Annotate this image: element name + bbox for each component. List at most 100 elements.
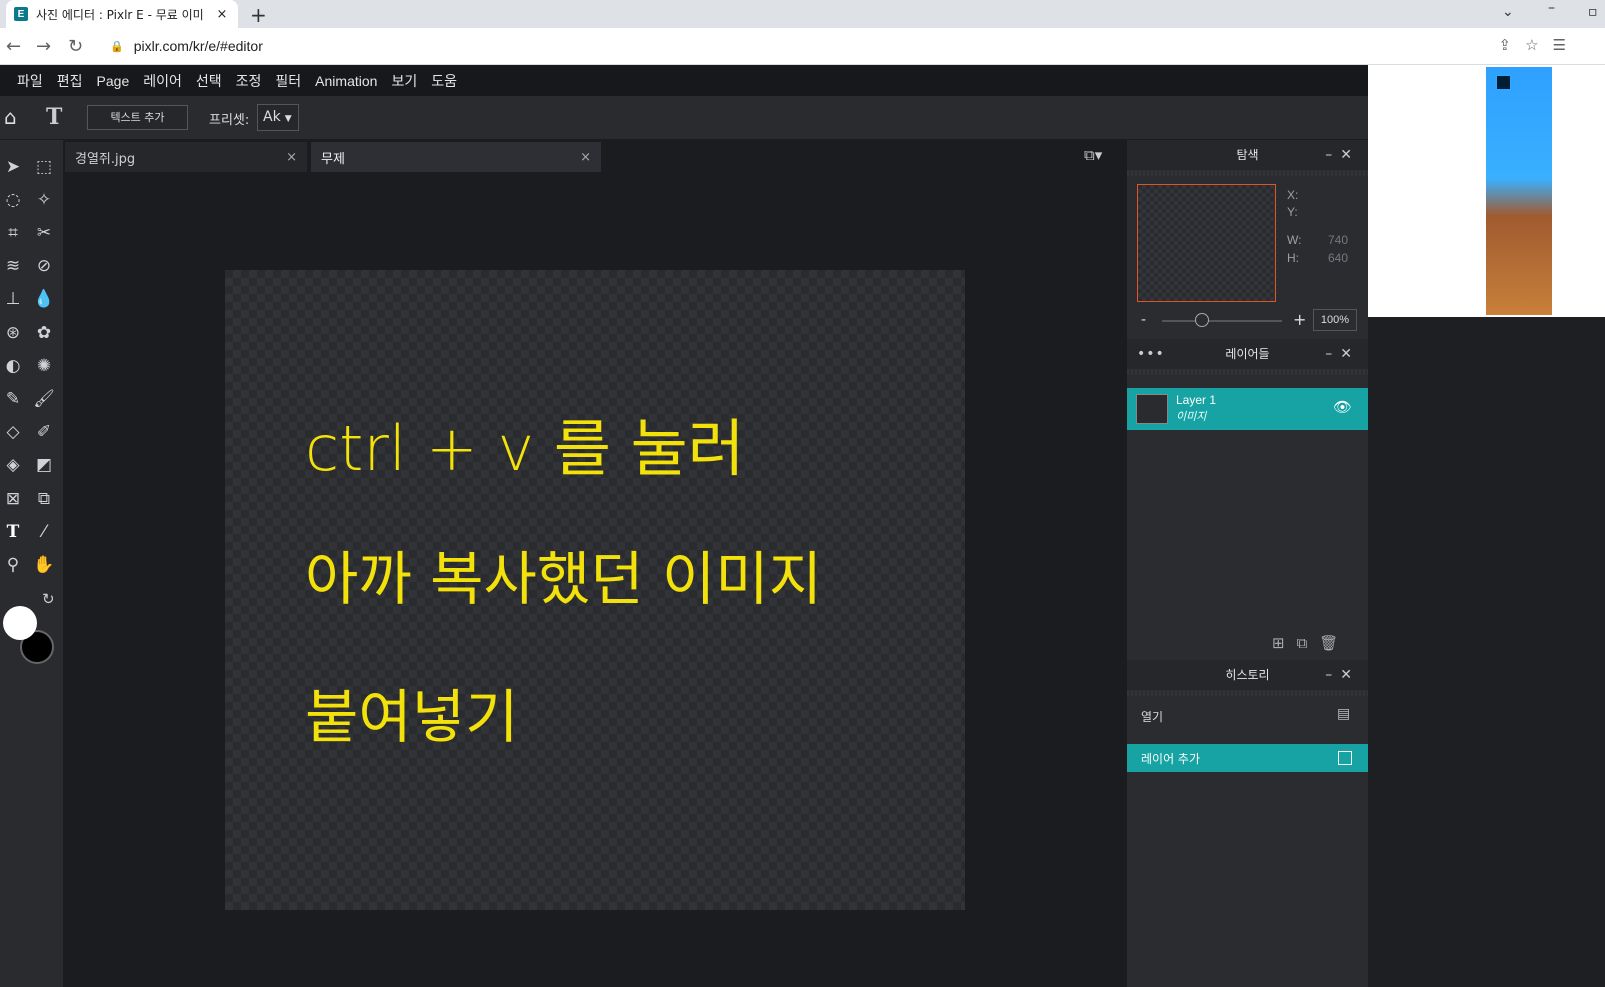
address-bar-row: ← → ↻ 🔒 pixlr.com/kr/e/#editor ⇪☆☰	[0, 28, 1605, 65]
clone-stamp-icon[interactable]: ⊥	[0, 286, 26, 312]
reload-icon[interactable]: ↻	[68, 36, 83, 57]
menu-edit[interactable]: 편집	[57, 71, 83, 91]
browser-tab-strip: E 사진 에디터 : Pixlr E - 무료 이미 × + ⌄ – ▫	[0, 0, 1605, 28]
window-arrange-icon[interactable]: ⧉▾	[1084, 146, 1102, 164]
navigator-header: 탐색 –✕	[1127, 140, 1368, 170]
arrange-tool-icon[interactable]: ➤	[0, 154, 26, 180]
menu-bar: 파일 편집 Page 레이어 선택 조정 필터 Animation 보기 도움	[0, 65, 1368, 96]
close-tab-icon[interactable]: ×	[214, 7, 230, 22]
doc-tab[interactable]: 경열쥐.jpg ×	[65, 142, 307, 172]
image-canvas[interactable]: ctrl + v 를 눌러 아까 복사했던 이미지 붙여넣기	[225, 270, 965, 910]
minimize-icon[interactable]: –	[1548, 0, 1555, 16]
maximize-icon[interactable]: ▫	[1588, 4, 1598, 20]
more-options-icon[interactable]: •••	[1137, 339, 1165, 369]
sponge-tool-icon[interactable]: ⊛	[0, 320, 26, 346]
document-icon: ▤	[1337, 706, 1351, 722]
dodge-burn-icon[interactable]: ◐	[0, 353, 26, 379]
url-field[interactable]: 🔒 pixlr.com/kr/e/#editor ⇪☆☰	[100, 32, 1580, 60]
back-icon[interactable]: ←	[6, 36, 21, 57]
tab-search-icon[interactable]: ⌄	[1502, 4, 1514, 20]
menu-view[interactable]: 보기	[391, 71, 417, 91]
hand-tool-icon[interactable]: ✋	[31, 552, 57, 578]
home-icon[interactable]: ⌂	[4, 105, 17, 129]
close-doc-icon[interactable]: ×	[580, 150, 591, 165]
pixelate-tool-icon[interactable]: ✿	[31, 320, 57, 346]
layer-actions-icons[interactable]: ⊞⧉🗑	[1272, 634, 1350, 652]
color-replace-icon[interactable]: ✺	[31, 353, 57, 379]
history-item[interactable]: 열기 ▤	[1127, 702, 1368, 730]
text-tool-icon[interactable]: T	[0, 519, 26, 545]
document-area: 경열쥐.jpg × 무제 × ⧉▾ ctrl + v 를 눌러 아까 복사했던 …	[63, 140, 1127, 987]
menu-help[interactable]: 도움	[431, 71, 457, 91]
layer-row[interactable]: Layer 1 이미지 👁	[1127, 388, 1368, 430]
fill-tool-icon[interactable]: ◈	[0, 452, 26, 478]
url-text: pixlr.com/kr/e/#editor	[133, 38, 263, 54]
eraser-tool-icon[interactable]: ◇	[0, 419, 26, 445]
add-text-button[interactable]: 텍스트 추가	[87, 105, 188, 130]
canvas-text-line: 붙여넣기	[305, 683, 519, 751]
preset-dropdown[interactable]: Ak ▼	[257, 104, 299, 131]
doc-tab-active[interactable]: 무제 ×	[311, 142, 601, 172]
zoom-input[interactable]: 100%	[1313, 309, 1357, 331]
crop-tool-icon[interactable]: ⌗	[0, 220, 26, 246]
heal-tool-icon[interactable]: ⊘	[31, 253, 57, 279]
new-tab-icon[interactable]: +	[250, 3, 267, 27]
brush-tool-icon[interactable]: 🖌	[31, 386, 57, 412]
zoom-slider-track[interactable]	[1162, 320, 1282, 322]
canvas-text-line: 아까 복사했던 이미지	[305, 545, 823, 613]
panel-divider	[1127, 369, 1368, 375]
menu-animation[interactable]: Animation	[315, 73, 377, 89]
panel-divider	[1127, 170, 1368, 176]
pen-tool-icon[interactable]: ✎	[0, 386, 26, 412]
panel-controls-icon[interactable]: –✕	[1325, 339, 1360, 369]
gradient-tool-icon[interactable]: ◩	[31, 452, 57, 478]
history-item-selected[interactable]: 레이어 추가	[1127, 744, 1368, 772]
swap-colors-icon[interactable]: ↻	[42, 590, 55, 608]
menu-page[interactable]: Page	[97, 73, 130, 89]
panel-divider	[1127, 690, 1368, 696]
primary-color-swatch[interactable]	[3, 606, 37, 640]
text-tool-icon: T	[46, 104, 63, 130]
browser-tab-title: 사진 에디터 : Pixlr E - 무료 이미	[36, 7, 204, 22]
navigator-thumbnail[interactable]	[1137, 184, 1276, 302]
layer-name: Layer 1	[1176, 393, 1217, 407]
advertisement[interactable]	[1368, 65, 1605, 317]
liquify-tool-icon[interactable]: ≋	[0, 253, 26, 279]
menu-adjust[interactable]: 조정	[236, 71, 262, 91]
history-header: 히스토리 –✕	[1127, 660, 1368, 690]
close-doc-icon[interactable]: ×	[286, 150, 297, 165]
panel-controls-icon[interactable]: –✕	[1325, 140, 1360, 170]
frame-tool-icon[interactable]: ⊠	[0, 486, 26, 512]
layer-type: 이미지	[1176, 410, 1207, 423]
right-panels: 탐색 –✕ X: Y: W: 740 H: 640 - + 100% ••• 레…	[1127, 140, 1368, 987]
menu-layer[interactable]: 레이어	[143, 71, 182, 91]
pixlr-favicon-icon: E	[14, 7, 28, 21]
magic-wand-icon[interactable]: ✧	[31, 187, 57, 213]
eye-icon[interactable]: 👁	[1333, 398, 1352, 416]
smart-brush-icon[interactable]: ✐	[31, 419, 57, 445]
browser-actions-icons[interactable]: ⇪☆☰	[1499, 36, 1580, 54]
panel-controls-icon[interactable]: –✕	[1325, 660, 1360, 690]
browser-tab[interactable]: E 사진 에디터 : Pixlr E - 무료 이미 ×	[6, 0, 238, 28]
menu-file[interactable]: 파일	[17, 71, 43, 91]
zoom-tool-icon[interactable]: ⚲	[0, 552, 26, 578]
lightroom-logo-icon	[1496, 75, 1511, 90]
navigator-title: 탐색	[1236, 148, 1259, 162]
shape-tool-icon[interactable]: ⧉	[31, 486, 57, 512]
chevron-down-icon: ▼	[284, 114, 292, 124]
eyedropper-icon[interactable]: ⁄	[31, 519, 57, 545]
blur-tool-icon[interactable]: 💧	[31, 286, 57, 312]
menu-filter[interactable]: 필터	[275, 71, 301, 91]
w-label: W:	[1287, 233, 1302, 247]
preset-value: Ak	[263, 109, 281, 125]
zoom-slider-handle[interactable]	[1194, 313, 1209, 327]
lasso-tool-icon[interactable]: ◌	[0, 187, 26, 213]
forward-icon[interactable]: →	[36, 36, 51, 57]
x-label: X:	[1287, 188, 1299, 202]
marquee-tool-icon[interactable]: ⬚	[31, 154, 57, 180]
menu-select[interactable]: 선택	[196, 71, 222, 91]
zoom-in-button[interactable]: +	[1293, 310, 1306, 329]
cutout-tool-icon[interactable]: ✂	[31, 220, 57, 246]
width-value: 740	[1328, 233, 1349, 247]
zoom-out-button[interactable]: -	[1141, 312, 1146, 328]
